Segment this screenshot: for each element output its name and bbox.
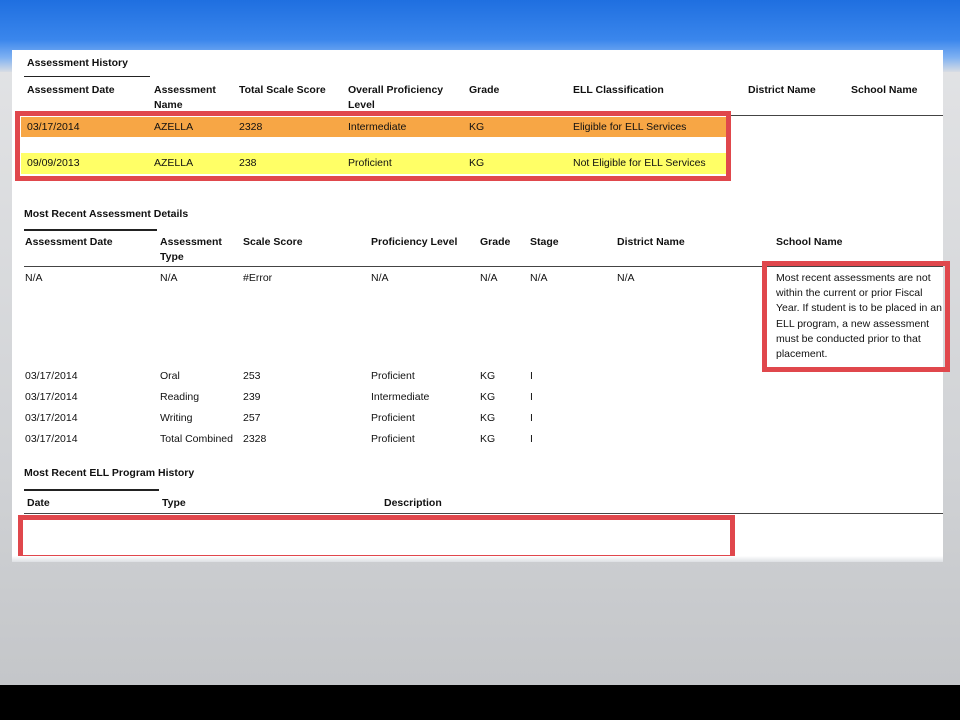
detail-row-1-date: N/A xyxy=(25,272,43,284)
col-header-assessment-type: Assessment Type xyxy=(160,236,222,263)
col-header-district-name: District Name xyxy=(617,236,685,248)
col-header-overall-proficiency-level: Overall Proficiency Level xyxy=(348,84,444,111)
detail-row-5-date: 03/17/2014 xyxy=(25,433,78,445)
detail-row-2-score: 253 xyxy=(243,370,261,382)
header-divider xyxy=(24,513,943,514)
detail-row-5-grade: KG xyxy=(480,433,496,445)
col-header-type: Type xyxy=(162,497,186,509)
detail-row-3-grade: KG xyxy=(480,391,496,403)
fiscal-year-note: Most recent assessments are not within t… xyxy=(776,272,942,361)
col-header-assessment-date: Assessment Date xyxy=(25,236,113,248)
col-header-stage: Stage xyxy=(530,236,559,248)
col-header-scale-score: Scale Score xyxy=(243,236,303,248)
col-header-grade: Grade xyxy=(469,84,500,96)
detail-row-1-score: #Error xyxy=(243,272,273,284)
detail-row-1-level: N/A xyxy=(371,272,389,284)
detail-row-3-level: Intermediate xyxy=(371,391,430,403)
detail-row-4-type: Writing xyxy=(160,412,193,424)
detail-row-2-grade: KG xyxy=(480,370,496,382)
col-header-ell-classification: ELL Classification xyxy=(573,84,664,96)
detail-row-1-stage: N/A xyxy=(530,272,548,284)
col-header-assessment-name: Assessment Name xyxy=(154,84,216,111)
section-underline xyxy=(24,489,159,491)
detail-row-5-stage: I xyxy=(530,433,533,445)
assessment-history-title: Assessment History xyxy=(27,57,128,69)
section-underline xyxy=(24,76,150,77)
col-header-school-name: School Name xyxy=(776,236,843,248)
detail-row-3-date: 03/17/2014 xyxy=(25,391,78,403)
assessment-details-title: Most Recent Assessment Details xyxy=(24,208,189,220)
detail-row-2-stage: I xyxy=(530,370,533,382)
detail-row-1-grade: N/A xyxy=(480,272,498,284)
detail-row-3-stage: I xyxy=(530,391,533,403)
col-header-grade: Grade xyxy=(480,236,511,248)
col-header-proficiency-level: Proficiency Level xyxy=(371,236,458,248)
detail-row-3-type: Reading xyxy=(160,391,200,403)
panel-shadow xyxy=(12,556,943,562)
detail-row-3-score: 239 xyxy=(243,391,261,403)
annotation-box-program xyxy=(18,515,735,560)
col-header-school-name: School Name xyxy=(851,84,918,96)
detail-row-1-type: N/A xyxy=(160,272,178,284)
detail-row-5-score: 2328 xyxy=(243,433,267,445)
section-underline xyxy=(24,229,157,231)
detail-row-4-grade: KG xyxy=(480,412,496,424)
detail-row-1-district: N/A xyxy=(617,272,635,284)
col-header-assessment-date: Assessment Date xyxy=(27,84,115,96)
detail-row-5-type: Total Combined xyxy=(160,433,233,445)
report-panel: Assessment History Assessment Date Asses… xyxy=(12,50,950,562)
col-header-date: Date xyxy=(27,497,50,509)
annotation-box-history xyxy=(15,111,731,181)
col-header-description: Description xyxy=(384,497,442,509)
program-history-title: Most Recent ELL Program History xyxy=(24,467,195,479)
detail-row-2-date: 03/17/2014 xyxy=(25,370,78,382)
detail-row-4-stage: I xyxy=(530,412,533,424)
detail-row-4-score: 257 xyxy=(243,412,261,424)
bottom-bar xyxy=(0,685,960,720)
detail-row-4-level: Proficient xyxy=(371,412,415,424)
detail-row-2-type: Oral xyxy=(160,370,180,382)
col-header-district-name: District Name xyxy=(748,84,816,96)
detail-row-4-date: 03/17/2014 xyxy=(25,412,78,424)
col-header-total-scale-score: Total Scale Score xyxy=(239,84,326,96)
detail-row-2-level: Proficient xyxy=(371,370,415,382)
detail-row-5-level: Proficient xyxy=(371,433,415,445)
